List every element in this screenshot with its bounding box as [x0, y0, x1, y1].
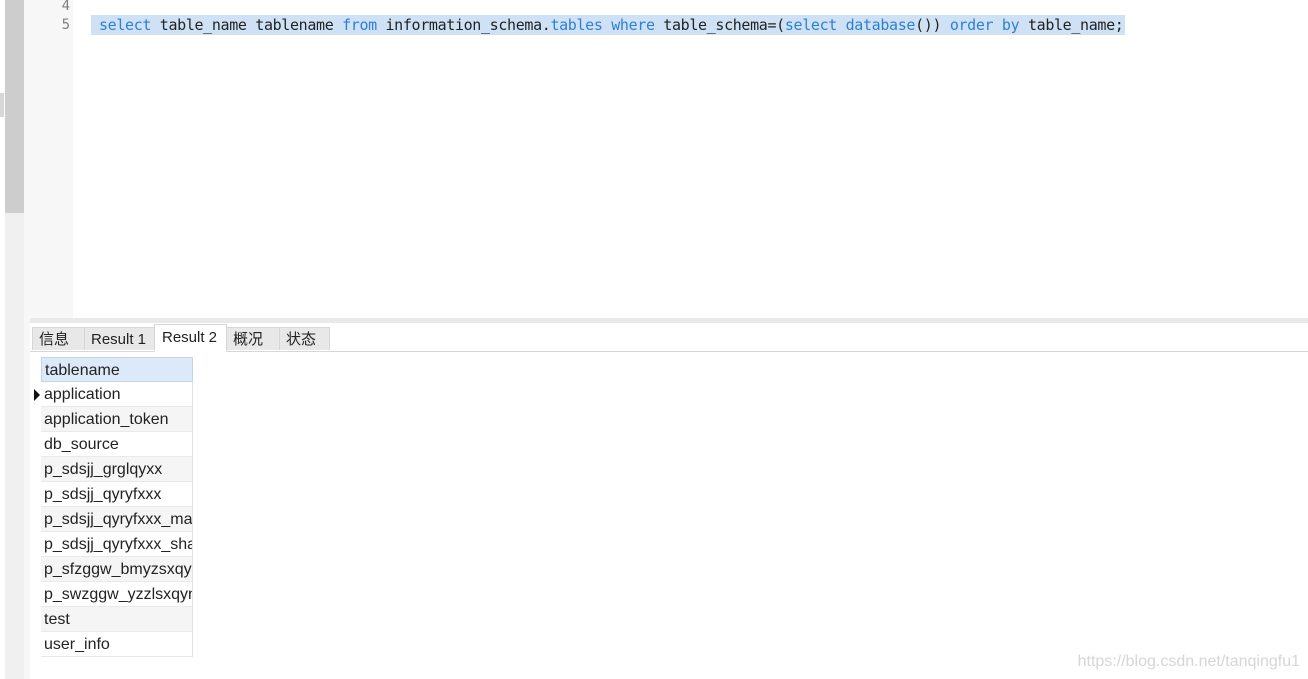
row-selector[interactable] — [30, 582, 41, 607]
row-selector[interactable] — [30, 407, 41, 432]
row-selector[interactable] — [30, 532, 41, 557]
row-selector[interactable] — [30, 482, 41, 507]
table-cell[interactable]: db_source — [41, 432, 193, 457]
table-cell[interactable]: p_sdsjj_qyryfxxx_sha — [41, 532, 193, 557]
sql-keyword: order — [949, 16, 994, 34]
table-cell[interactable]: user_info — [41, 632, 193, 657]
sql-query-line[interactable]: select table_name tablename from informa… — [91, 15, 1126, 35]
result-tab-bar: 信息 Result 1 Result 2 概况 状态 — [30, 323, 1308, 352]
table-cell[interactable]: p_sdsjj_grglqyxx — [41, 457, 193, 482]
table-row[interactable]: p_sdsjj_qyryfxxx_sha — [30, 532, 194, 557]
tab-overview[interactable]: 概况 — [226, 327, 280, 350]
table-cell[interactable]: application_token — [41, 407, 193, 432]
table-cell[interactable]: application — [41, 382, 193, 407]
row-selector[interactable] — [30, 432, 41, 457]
sql-text: ()) — [915, 16, 950, 34]
sql-keyword: from — [342, 16, 377, 34]
row-selector[interactable] — [30, 507, 41, 532]
sql-text: table_schema=( — [654, 16, 785, 34]
sql-keyword: tables — [550, 16, 603, 34]
table-row[interactable]: p_sdsjj_qyryfxxx_mai — [30, 507, 194, 532]
sql-editor[interactable]: select table_name tablename from informa… — [73, 0, 1308, 318]
tab-info[interactable]: 信息 — [32, 327, 85, 350]
sql-keyword: select — [99, 16, 152, 34]
sql-text: information_schema. — [376, 16, 551, 34]
row-selector[interactable] — [30, 557, 41, 582]
sql-keyword: by — [1001, 16, 1020, 34]
scrollbar-thumb[interactable] — [5, 0, 24, 213]
row-selector[interactable] — [30, 607, 41, 632]
watermark: https://blog.csdn.net/tanqingfu1 — [1077, 653, 1300, 670]
result-grid-area — [30, 352, 1308, 679]
table-row[interactable]: p_swzggw_yzzlsxqyn — [30, 582, 194, 607]
row-selector[interactable] — [30, 457, 41, 482]
tab-status[interactable]: 状态 — [279, 327, 330, 350]
sql-keyword: select — [784, 16, 837, 34]
table-cell[interactable]: p_sdsjj_qyryfxxx_mai — [41, 507, 193, 532]
table-cell[interactable]: p_swzggw_yzzlsxqyn — [41, 582, 193, 607]
table-cell[interactable]: p_sfzggw_bmyzsxqy: — [41, 557, 193, 582]
sql-text: table_name tablename — [151, 16, 343, 34]
sql-keyword: where — [611, 16, 655, 34]
table-row[interactable]: db_source — [30, 432, 194, 457]
row-selector[interactable] — [30, 382, 41, 407]
line-number: 5 — [61, 17, 70, 33]
line-number-gutter: 4 5 — [30, 0, 73, 318]
sql-keyword: database — [845, 16, 916, 34]
table-row[interactable]: user_info — [30, 632, 194, 657]
table-cell[interactable]: p_sdsjj_qyryfxxx — [41, 482, 193, 507]
current-row-arrow-icon — [34, 389, 40, 401]
table-cell[interactable]: test — [41, 607, 193, 632]
table-row[interactable]: application — [30, 382, 194, 407]
table-row[interactable]: application_token — [30, 407, 194, 432]
line-number: 4 — [61, 0, 70, 14]
table-row[interactable]: test — [30, 607, 194, 632]
column-header-tablename[interactable]: tablename — [41, 357, 193, 382]
table-row[interactable]: p_sdsjj_qyryfxxx — [30, 482, 194, 507]
table-row[interactable]: p_sdsjj_grglqyxx — [30, 457, 194, 482]
tab-result-2[interactable]: Result 2 — [154, 324, 227, 352]
tab-result-1[interactable]: Result 1 — [84, 327, 155, 350]
table-row[interactable]: p_sfzggw_bmyzsxqy: — [30, 557, 194, 582]
left-edge-mark — [0, 93, 4, 117]
sql-text: table_name; — [1019, 16, 1124, 34]
row-selector[interactable] — [30, 632, 41, 657]
